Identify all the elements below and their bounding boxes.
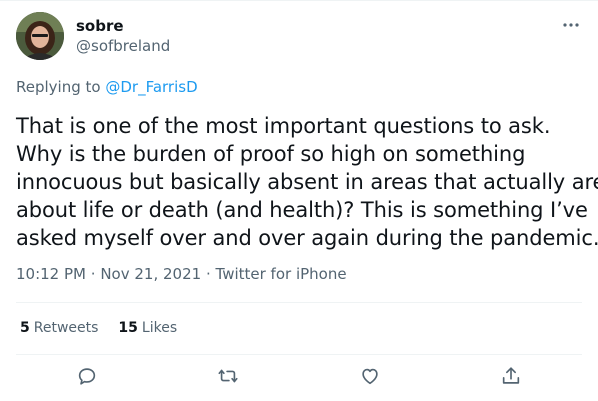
retweets-count: 5 <box>20 320 30 336</box>
likes-stat[interactable]: 15 Likes <box>118 318 177 338</box>
tweet-text-line: about life or death (and health)? This i… <box>16 198 588 222</box>
replying-to: Replying to @Dr_FarrisD <box>16 77 198 97</box>
meta-separator: · <box>205 265 211 283</box>
divider <box>16 302 582 303</box>
retweets-label: Retweets <box>33 320 99 336</box>
top-divider <box>0 0 598 1</box>
tweet-meta: 10:12 PM · Nov 21, 2021 · Twitter for iP… <box>16 264 347 284</box>
likes-count: 15 <box>118 320 138 336</box>
tweet-text-line: innocuous but basically absent in areas … <box>16 170 598 194</box>
tweet-time[interactable]: 10:12 PM <box>16 265 86 283</box>
tweet-source[interactable]: Twitter for iPhone <box>216 265 347 283</box>
avatar[interactable] <box>16 12 64 60</box>
user-handle[interactable]: @sofbreland <box>76 36 170 56</box>
more-options-icon[interactable] <box>560 14 582 36</box>
tweet-text: That is one of the most important questi… <box>16 112 598 252</box>
display-name[interactable]: sobre <box>76 16 124 36</box>
reply-icon[interactable] <box>69 358 105 394</box>
action-bar <box>16 358 582 394</box>
likes-label: Likes <box>141 320 178 336</box>
tweet-date[interactable]: Nov 21, 2021 <box>100 265 201 283</box>
share-icon[interactable] <box>493 358 529 394</box>
tweet-text-line: That is one of the most important questi… <box>16 114 551 138</box>
reply-mention-link[interactable]: @Dr_FarrisD <box>105 78 197 96</box>
retweets-stat[interactable]: 5 Retweets <box>20 318 98 338</box>
like-icon[interactable] <box>352 358 388 394</box>
profile-photo-icon <box>16 12 64 60</box>
divider <box>16 354 582 355</box>
tweet-text-line: asked myself over and over again during … <box>16 226 598 250</box>
tweet-text-line: Why is the burden of proof so high on so… <box>16 142 526 166</box>
retweet-icon[interactable] <box>210 358 246 394</box>
meta-separator: · <box>90 265 96 283</box>
tweet-stats: 5 Retweets 15 Likes <box>20 318 177 338</box>
replying-to-label: Replying to <box>16 78 101 96</box>
